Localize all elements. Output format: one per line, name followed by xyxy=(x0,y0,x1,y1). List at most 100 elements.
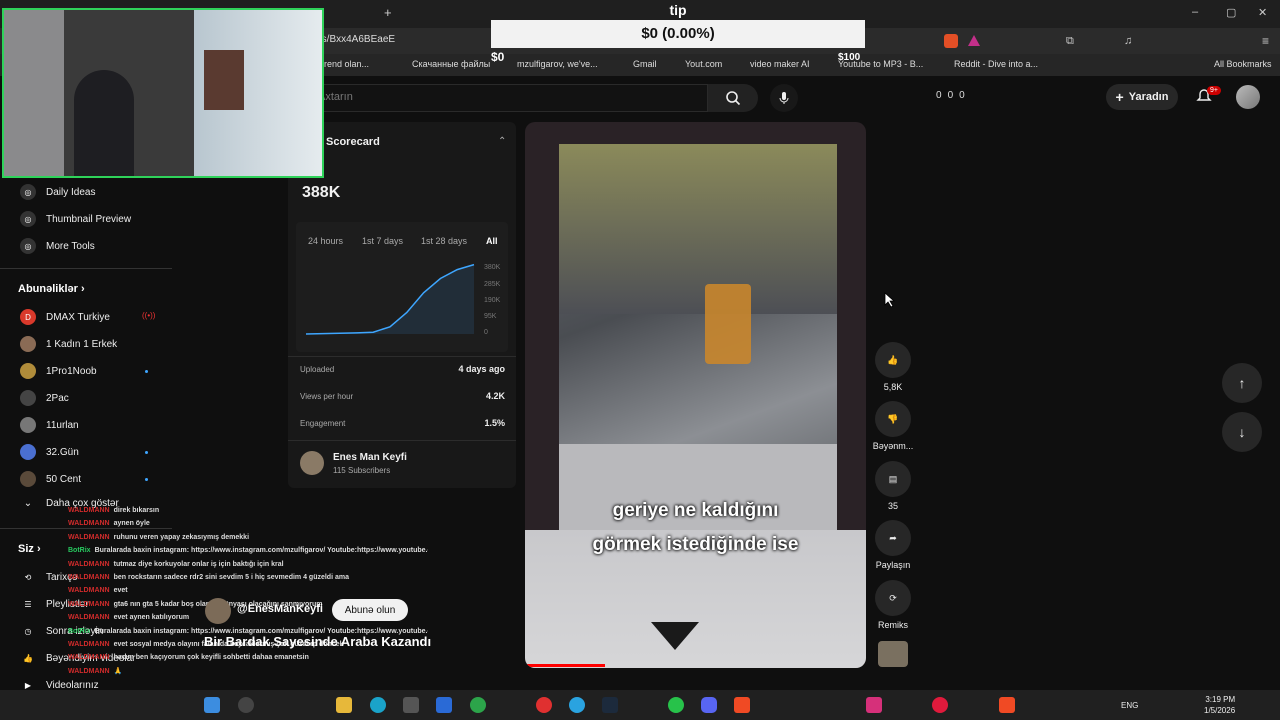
channel-avatar xyxy=(20,444,36,460)
sidebar-item-32-gun[interactable]: 32.Gün xyxy=(20,444,79,460)
like-button[interactable]: 👍 5,8K xyxy=(872,342,914,392)
app-icon[interactable] xyxy=(436,697,452,713)
collapse-icon[interactable]: ⌃ xyxy=(498,136,506,147)
minimize-button[interactable]: – xyxy=(1192,6,1198,18)
steam-icon[interactable] xyxy=(602,697,618,713)
chart-area-fill xyxy=(306,264,474,334)
streamer-silhouette xyxy=(74,70,134,176)
chat-text: ben rockstarın sadece rdr2 sini sevdim 5… xyxy=(113,574,349,582)
chat-message: WALDMANN aynen öyle xyxy=(68,517,428,530)
range-28d[interactable]: 1st 28 days xyxy=(421,236,467,246)
sidebar-item-dmax[interactable]: D DMAX Turkiye xyxy=(20,309,110,325)
brave-shield-icon[interactable] xyxy=(944,34,958,48)
sidebar-item-label: More Tools xyxy=(46,240,95,252)
brave-icon[interactable] xyxy=(734,697,750,713)
short-channel-name[interactable]: @EnesManKeyfi xyxy=(237,603,323,615)
chat-username: WALDMANN xyxy=(68,507,110,514)
previous-video-button[interactable]: ↑ xyxy=(1222,363,1262,403)
discord-icon[interactable] xyxy=(701,697,717,713)
playlist-icon: ☰ xyxy=(24,599,32,609)
chat-text: direk bıkarsın xyxy=(113,507,160,514)
sidebar-item-50-cent[interactable]: 50 Cent xyxy=(20,471,81,487)
media-icon[interactable]: ♫ xyxy=(1124,35,1132,47)
subscribe-button[interactable]: Abunə olun xyxy=(332,599,408,621)
sidebar-item-thumbnail-preview[interactable]: ◎ Thumbnail Preview xyxy=(20,211,131,227)
sidebar-item-2pac[interactable]: 2Pac xyxy=(20,390,69,406)
sidebar-item-more-tools[interactable]: ◎ More Tools xyxy=(20,238,95,254)
stat-label: Views per hour xyxy=(300,392,354,401)
language-indicator[interactable]: ENG xyxy=(1121,701,1138,710)
brave-active-icon[interactable] xyxy=(999,697,1015,713)
scorecard-channel-name[interactable]: Enes Man Keyfi xyxy=(333,452,407,463)
short-video-player[interactable]: geriye ne kaldığını görmek istediğinde i… xyxy=(525,122,866,668)
opera-icon[interactable] xyxy=(536,697,552,713)
remix-button[interactable]: ⟳ Remiks xyxy=(872,580,914,630)
sidebar-item-label: 2Pac xyxy=(46,392,69,404)
bookmark-item[interactable]: video maker AI xyxy=(750,59,810,69)
edge-icon[interactable] xyxy=(370,697,386,713)
close-window-button[interactable]: ✕ xyxy=(1258,6,1267,19)
chat-message: WALDMANN ben rockstarın sadece rdr2 sini … xyxy=(68,571,428,584)
brave-rewards-icon[interactable] xyxy=(968,35,980,46)
channel-avatar[interactable] xyxy=(300,451,324,475)
stat-value: 4.2K xyxy=(485,391,505,401)
sidebar-item-daily-ideas[interactable]: ◎ Daily Ideas xyxy=(20,184,95,200)
bookmark-item[interactable]: mzulfigarov, we've... xyxy=(517,59,598,69)
short-channel-avatar[interactable] xyxy=(205,598,231,624)
chat-username: WALDMANN xyxy=(68,641,110,649)
sidebar-item-1-kadin-1-erkek[interactable]: 1 Kadın 1 Erkek xyxy=(20,336,117,352)
search-button[interactable] xyxy=(708,84,758,112)
progress-bar[interactable] xyxy=(525,664,605,667)
range-7d[interactable]: 1st 7 days xyxy=(362,236,403,246)
bookmark-item[interactable]: Gmail xyxy=(633,59,657,69)
sound-thumbnail[interactable] xyxy=(878,641,908,667)
youtube-music-icon[interactable] xyxy=(932,697,948,713)
bookmark-item[interactable]: Yout.com xyxy=(685,59,722,69)
search-icon xyxy=(726,91,741,106)
tool-icon: ◎ xyxy=(20,184,36,200)
create-label: Yaradın xyxy=(1128,91,1169,103)
maximize-button[interactable]: ▢ xyxy=(1226,6,1236,19)
new-tab-button[interactable]: + xyxy=(384,5,392,20)
all-bookmarks[interactable]: All Bookmarks xyxy=(1214,59,1272,69)
create-button[interactable]: + Yaradın xyxy=(1106,84,1178,110)
store-icon[interactable] xyxy=(403,697,419,713)
search-taskbar-icon[interactable] xyxy=(238,697,254,713)
chat-message: WALDMANN 🙏 xyxy=(68,665,428,678)
account-avatar[interactable] xyxy=(1236,85,1260,109)
range-24h[interactable]: 24 hours xyxy=(308,236,343,246)
range-all[interactable]: All xyxy=(486,236,498,246)
share-button[interactable]: ➦ Paylaşın xyxy=(872,520,914,570)
chat-message: WALDMANN tutmaz diye korkuyolar onlar iş … xyxy=(68,558,428,571)
system-clock[interactable]: 3:19 PM 1/5/2026 xyxy=(1204,694,1235,716)
bookmark-item[interactable]: Скачанные файлы xyxy=(412,59,490,69)
instagram-icon[interactable] xyxy=(866,697,882,713)
subscriptions-heading[interactable]: Abunəliklər › xyxy=(18,283,85,295)
bookmark-item[interactable]: Reddit - Dive into a... xyxy=(954,59,1038,69)
stat-value: 1.5% xyxy=(484,418,505,428)
file-explorer-icon[interactable] xyxy=(336,697,352,713)
chat-text: Buralarada baxin instagram: https://www.… xyxy=(94,547,428,555)
whatsapp-icon[interactable] xyxy=(668,697,684,713)
arrow-up-icon: ↑ xyxy=(1238,375,1246,391)
dislike-button[interactable]: 👎 Bəyənm... xyxy=(872,401,914,451)
chat-text: evet aynen katılıyorum xyxy=(113,614,190,622)
video-title[interactable]: Bir Bardak Sayesinde Araba Kazandı xyxy=(204,634,431,649)
you-heading[interactable]: Siz › xyxy=(18,543,41,555)
chat-message: WALDMANN direk bıkarsın xyxy=(68,504,428,517)
extensions-icon[interactable]: ⧉ xyxy=(1066,35,1074,48)
video-frame xyxy=(559,144,837,530)
comments-button[interactable]: ▤ 35 xyxy=(872,461,914,511)
voice-search-button[interactable] xyxy=(770,84,798,112)
sidebar-item-1pro1noob[interactable]: 1Pro1Noob xyxy=(20,363,97,379)
chat-username: WALDMANN xyxy=(68,520,110,528)
next-video-button[interactable]: ↓ xyxy=(1222,412,1262,452)
search-input[interactable] xyxy=(300,84,708,112)
divider xyxy=(288,356,516,357)
sidebar-item-11urlan[interactable]: 11urlan xyxy=(20,417,79,433)
plus-icon: + xyxy=(1115,89,1124,105)
xbox-icon[interactable] xyxy=(470,697,486,713)
menu-icon[interactable]: ≡ xyxy=(1262,34,1269,48)
telegram-icon[interactable] xyxy=(569,697,585,713)
start-icon[interactable] xyxy=(204,697,220,713)
